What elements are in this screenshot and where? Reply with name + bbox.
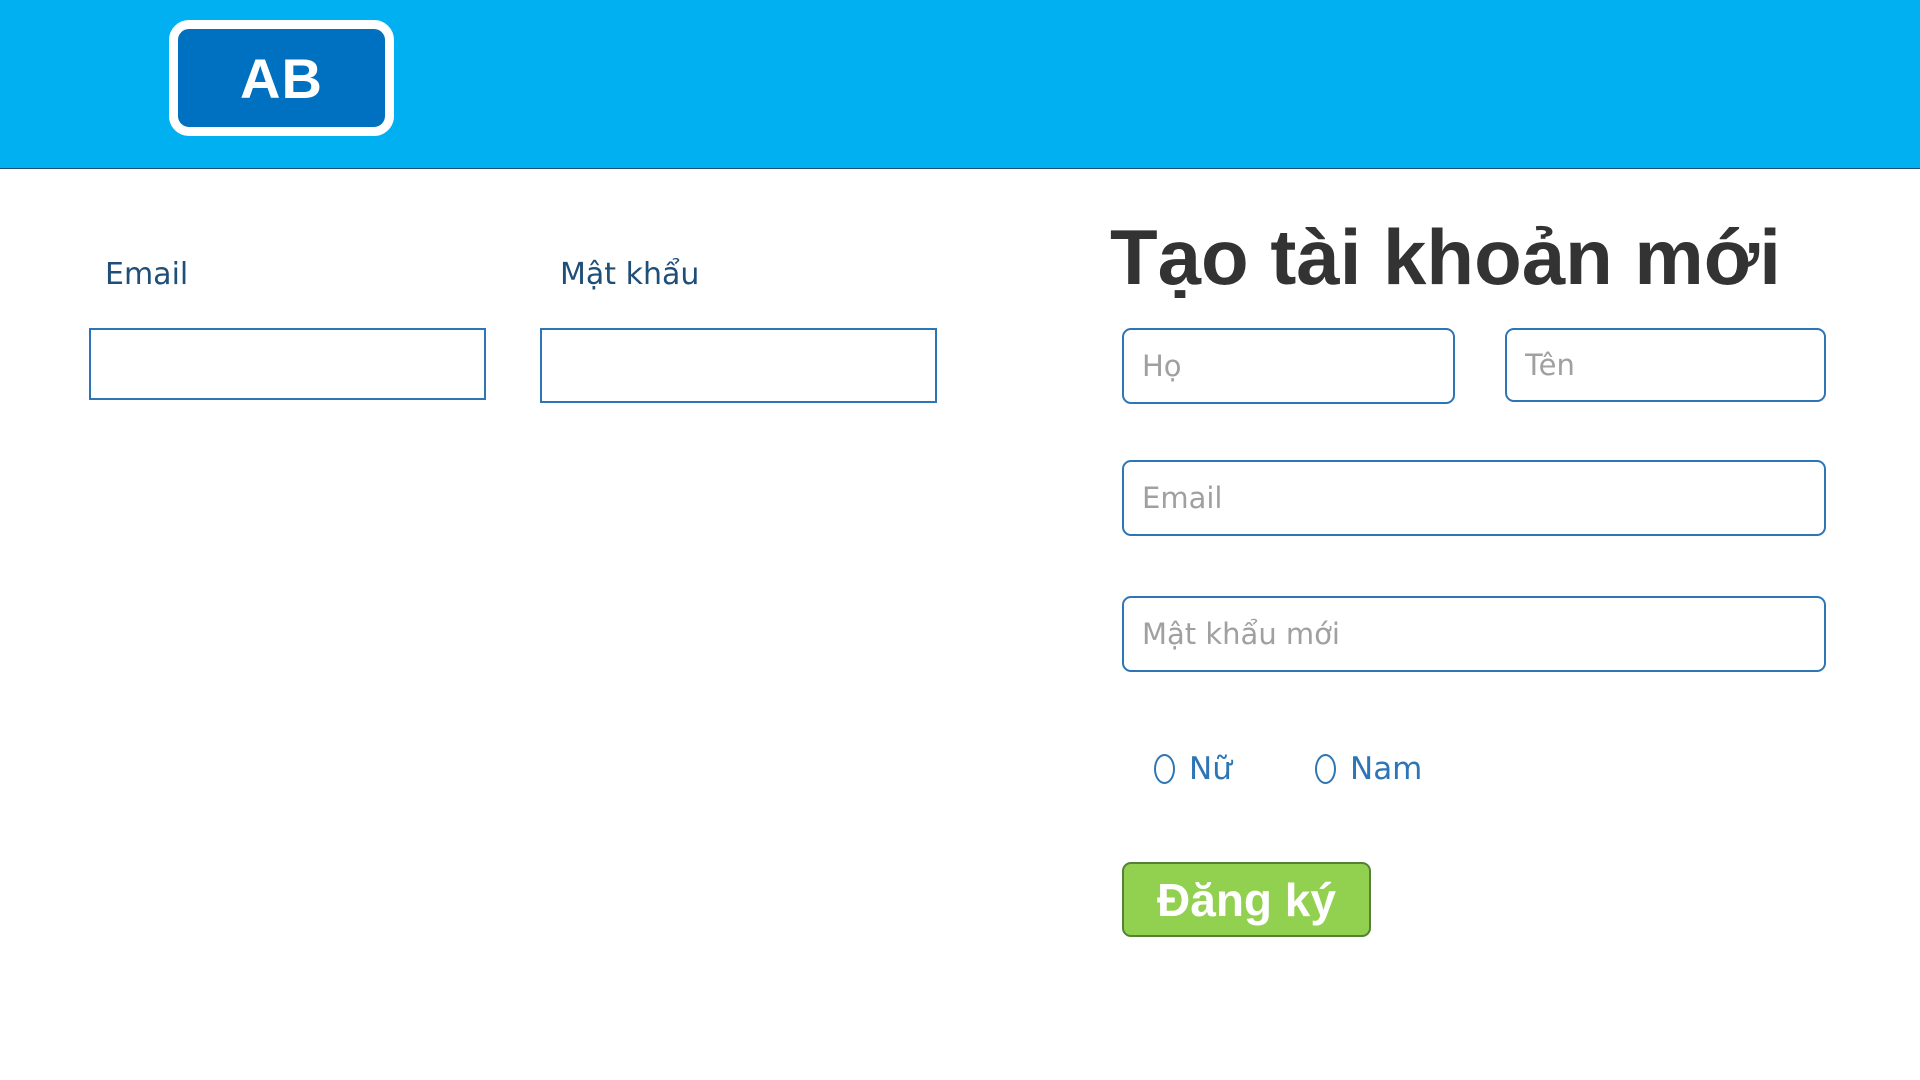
last-name-input[interactable] (1122, 328, 1455, 404)
logo[interactable]: AB (169, 20, 394, 136)
register-email-input[interactable] (1122, 460, 1826, 536)
first-name-input[interactable] (1505, 328, 1826, 402)
login-password-label: Mật khẩu (560, 257, 700, 292)
gender-option-female[interactable]: Nữ (1154, 751, 1232, 787)
gender-option-male[interactable]: Nam (1315, 751, 1422, 787)
register-title: Tạo tài khoản mới (1110, 213, 1781, 301)
radio-male[interactable] (1315, 754, 1336, 784)
gender-female-label: Nữ (1189, 751, 1232, 787)
gender-male-label: Nam (1350, 751, 1423, 787)
login-email-label: Email (105, 257, 189, 292)
login-email-input[interactable] (89, 328, 486, 400)
top-header-bar: AB (0, 0, 1920, 169)
login-password-input[interactable] (540, 328, 937, 403)
radio-female[interactable] (1154, 754, 1175, 784)
register-button[interactable]: Đăng ký (1122, 862, 1371, 937)
new-password-input[interactable] (1122, 596, 1826, 672)
